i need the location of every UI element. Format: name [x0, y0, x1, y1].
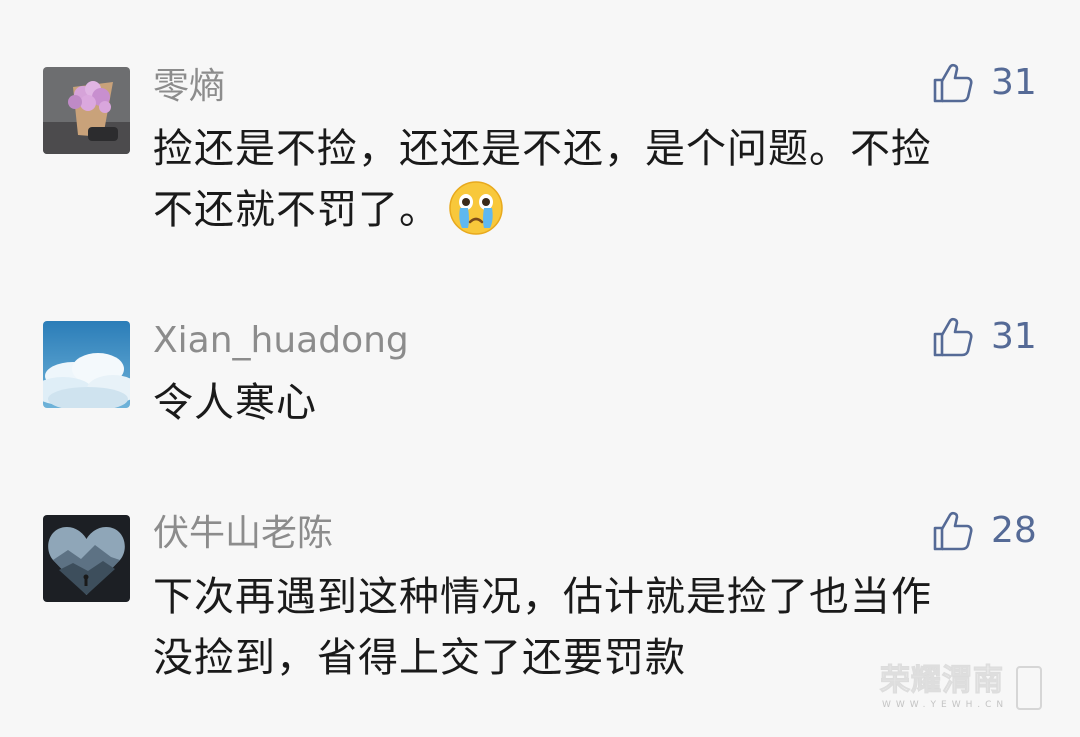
thumbs-up-icon [933, 511, 973, 551]
like-count: 31 [991, 316, 1037, 357]
watermark-text: 荣耀渭南 [880, 663, 1004, 698]
comment-text: 令人寒心 [153, 373, 1013, 434]
username[interactable]: Xian_huadong [153, 320, 409, 362]
avatar[interactable] [43, 515, 130, 602]
username[interactable]: 零熵 [153, 66, 225, 108]
thumbs-up-icon [933, 317, 973, 357]
avatar[interactable] [43, 321, 130, 408]
watermark-url: WWW.YEWH.CN [882, 700, 1009, 710]
username[interactable]: 伏牛山老陈 [153, 513, 333, 555]
comment-text-line: 捡还是不捡，还还是不还，是个问题。不捡 [153, 126, 932, 172]
avatar[interactable] [43, 67, 130, 154]
crying-face-emoji-icon [449, 181, 503, 235]
like-count: 28 [991, 510, 1037, 551]
like-button[interactable]: 28 [932, 508, 1037, 554]
comment-text: 捡还是不捡，还还是不还，是个问题。不捡 不还就不罚了。 [153, 119, 1013, 241]
comment-text-line: 令人寒心 [153, 380, 317, 426]
comment-text-line: 不还就不罚了。 [153, 187, 440, 233]
like-count: 31 [991, 62, 1037, 103]
thumbs-up-icon [933, 63, 973, 103]
like-button[interactable]: 31 [932, 314, 1037, 360]
like-button[interactable]: 31 [932, 60, 1037, 106]
phone-icon [1016, 666, 1042, 710]
comment-text-line: 下次再遇到这种情况，估计就是捡了也当作 [153, 574, 932, 620]
watermark: 荣耀渭南 WWW.YEWH.CN [880, 663, 1042, 712]
